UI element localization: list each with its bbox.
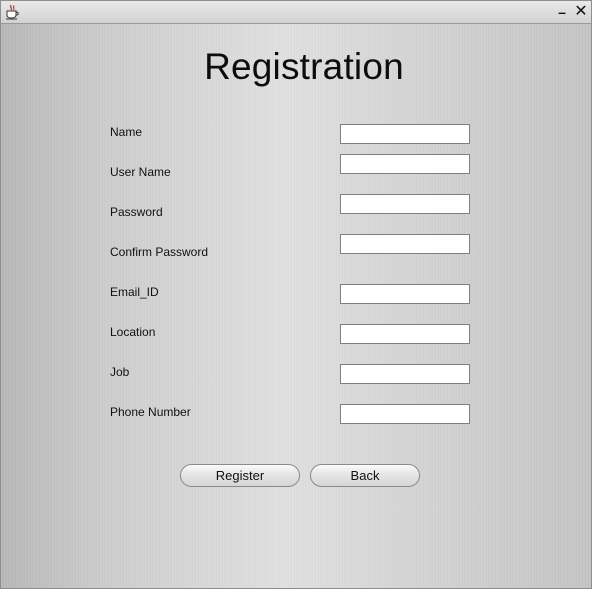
location-input[interactable] — [340, 324, 470, 344]
name-label: Name — [110, 125, 143, 139]
password-label: Password — [110, 205, 163, 219]
user-name-label: User Name — [110, 165, 171, 179]
location-label: Location — [110, 325, 156, 339]
page-title: Registration — [204, 46, 404, 87]
confirm-password-input[interactable] — [340, 234, 470, 254]
registration-window: – ✕ Registration Name User Name Password… — [0, 0, 592, 589]
user-name-input[interactable] — [340, 154, 470, 174]
email-id-label: Email_ID — [110, 285, 159, 299]
java-cup-icon — [6, 4, 19, 20]
confirm-password-label: Confirm Password — [110, 245, 209, 259]
register-button[interactable]: Register — [180, 464, 300, 487]
name-input[interactable] — [340, 124, 470, 144]
title-bar[interactable]: – ✕ — [1, 1, 591, 24]
email-id-input[interactable] — [340, 284, 470, 304]
job-input[interactable] — [340, 364, 470, 384]
minimize-button[interactable]: – — [554, 3, 570, 21]
password-input[interactable] — [340, 194, 470, 214]
back-button[interactable]: Back — [310, 464, 420, 487]
job-label: Job — [110, 365, 130, 379]
phone-number-input[interactable] — [340, 404, 470, 424]
close-button[interactable]: ✕ — [573, 3, 589, 21]
phone-number-label: Phone Number — [110, 405, 191, 419]
